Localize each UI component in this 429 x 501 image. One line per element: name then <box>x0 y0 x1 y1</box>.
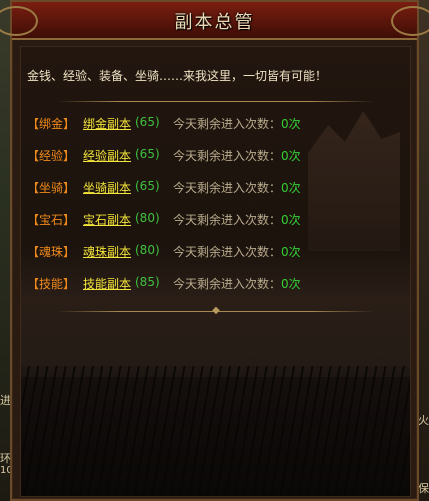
dungeon-link-mount[interactable]: 坐骑副本 <box>83 179 131 196</box>
divider-top <box>57 101 374 102</box>
dungeon-link-experience[interactable]: 经验副本 <box>83 147 131 164</box>
edge-text-right-a: 火 <box>418 414 429 427</box>
background-grass <box>21 366 410 496</box>
dungeon-row: 【经验】 经验副本 (65) 今天剩余进入次数： 0次 <box>27 147 407 179</box>
dungeon-link-gem[interactable]: 宝石副本 <box>83 211 131 228</box>
edge-text-right-b: 保 <box>418 482 429 495</box>
intro-text: 金钱、经验、装备、坐骑……来我这里，一切皆有可能！ <box>27 69 328 83</box>
dungeon-row: 【宝石】 宝石副本 (80) 今天剩余进入次数： 0次 <box>27 211 407 243</box>
dungeon-category: 【魂珠】 <box>27 245 76 259</box>
dungeon-level: (80) <box>135 243 160 257</box>
remaining-entries-label: 今天剩余进入次数： <box>173 277 282 291</box>
remaining-entries-count: 0次 <box>281 117 301 131</box>
dungeon-level: (85) <box>135 275 160 289</box>
dungeon-category: 【技能】 <box>27 277 76 291</box>
dungeon-category: 【坐骑】 <box>27 181 76 195</box>
dungeon-link-bind-gold[interactable]: 绑金副本 <box>83 115 131 132</box>
remaining-entries-count: 0次 <box>281 245 301 259</box>
dungeon-row: 【绑金】 绑金副本 (65) 今天剩余进入次数： 0次 <box>27 115 407 147</box>
dungeon-level: (65) <box>135 147 160 161</box>
divider-ornament-icon: ◆ <box>212 305 220 316</box>
remaining-entries-count: 0次 <box>281 277 301 291</box>
dungeon-row: 【技能】 技能副本 (85) 今天剩余进入次数： 0次 <box>27 275 407 307</box>
dungeon-link-skill[interactable]: 技能副本 <box>83 275 131 292</box>
dungeon-level: (80) <box>135 211 160 225</box>
content-panel: 金钱、经验、装备、坐骑……来我这里，一切皆有可能！ 【绑金】 绑金副本 (65)… <box>20 46 411 497</box>
dungeon-row: 【坐骑】 坐骑副本 (65) 今天剩余进入次数： 0次 <box>27 179 407 211</box>
remaining-entries-label: 今天剩余进入次数： <box>173 117 282 131</box>
dungeon-category: 【宝石】 <box>27 213 76 227</box>
remaining-entries-label: 今天剩余进入次数： <box>173 181 282 195</box>
dungeon-link-soul-orb[interactable]: 魂珠副本 <box>83 243 131 260</box>
remaining-entries-label: 今天剩余进入次数： <box>173 245 282 259</box>
remaining-entries-count: 0次 <box>281 213 301 227</box>
dungeon-category: 【绑金】 <box>27 117 76 131</box>
remaining-entries-count: 0次 <box>281 149 301 163</box>
remaining-entries-label: 今天剩余进入次数： <box>173 149 282 163</box>
dungeon-row: 【魂珠】 魂珠副本 (80) 今天剩余进入次数： 0次 <box>27 243 407 275</box>
dungeon-category: 【经验】 <box>27 149 76 163</box>
dungeon-manager-window: 副本总管 金钱、经验、装备、坐骑……来我这里，一切皆有可能！ 【绑金】 绑金副本… <box>0 0 429 501</box>
dungeon-level: (65) <box>135 115 160 129</box>
dungeon-level: (65) <box>135 179 160 193</box>
remaining-entries-label: 今天剩余进入次数： <box>173 213 282 227</box>
remaining-entries-count: 0次 <box>281 181 301 195</box>
window-titlebar[interactable]: 副本总管 <box>0 2 429 40</box>
dungeon-list: 【绑金】 绑金副本 (65) 今天剩余进入次数： 0次 【经验】 经验副本 (6… <box>27 115 407 307</box>
window-title: 副本总管 <box>174 12 255 33</box>
